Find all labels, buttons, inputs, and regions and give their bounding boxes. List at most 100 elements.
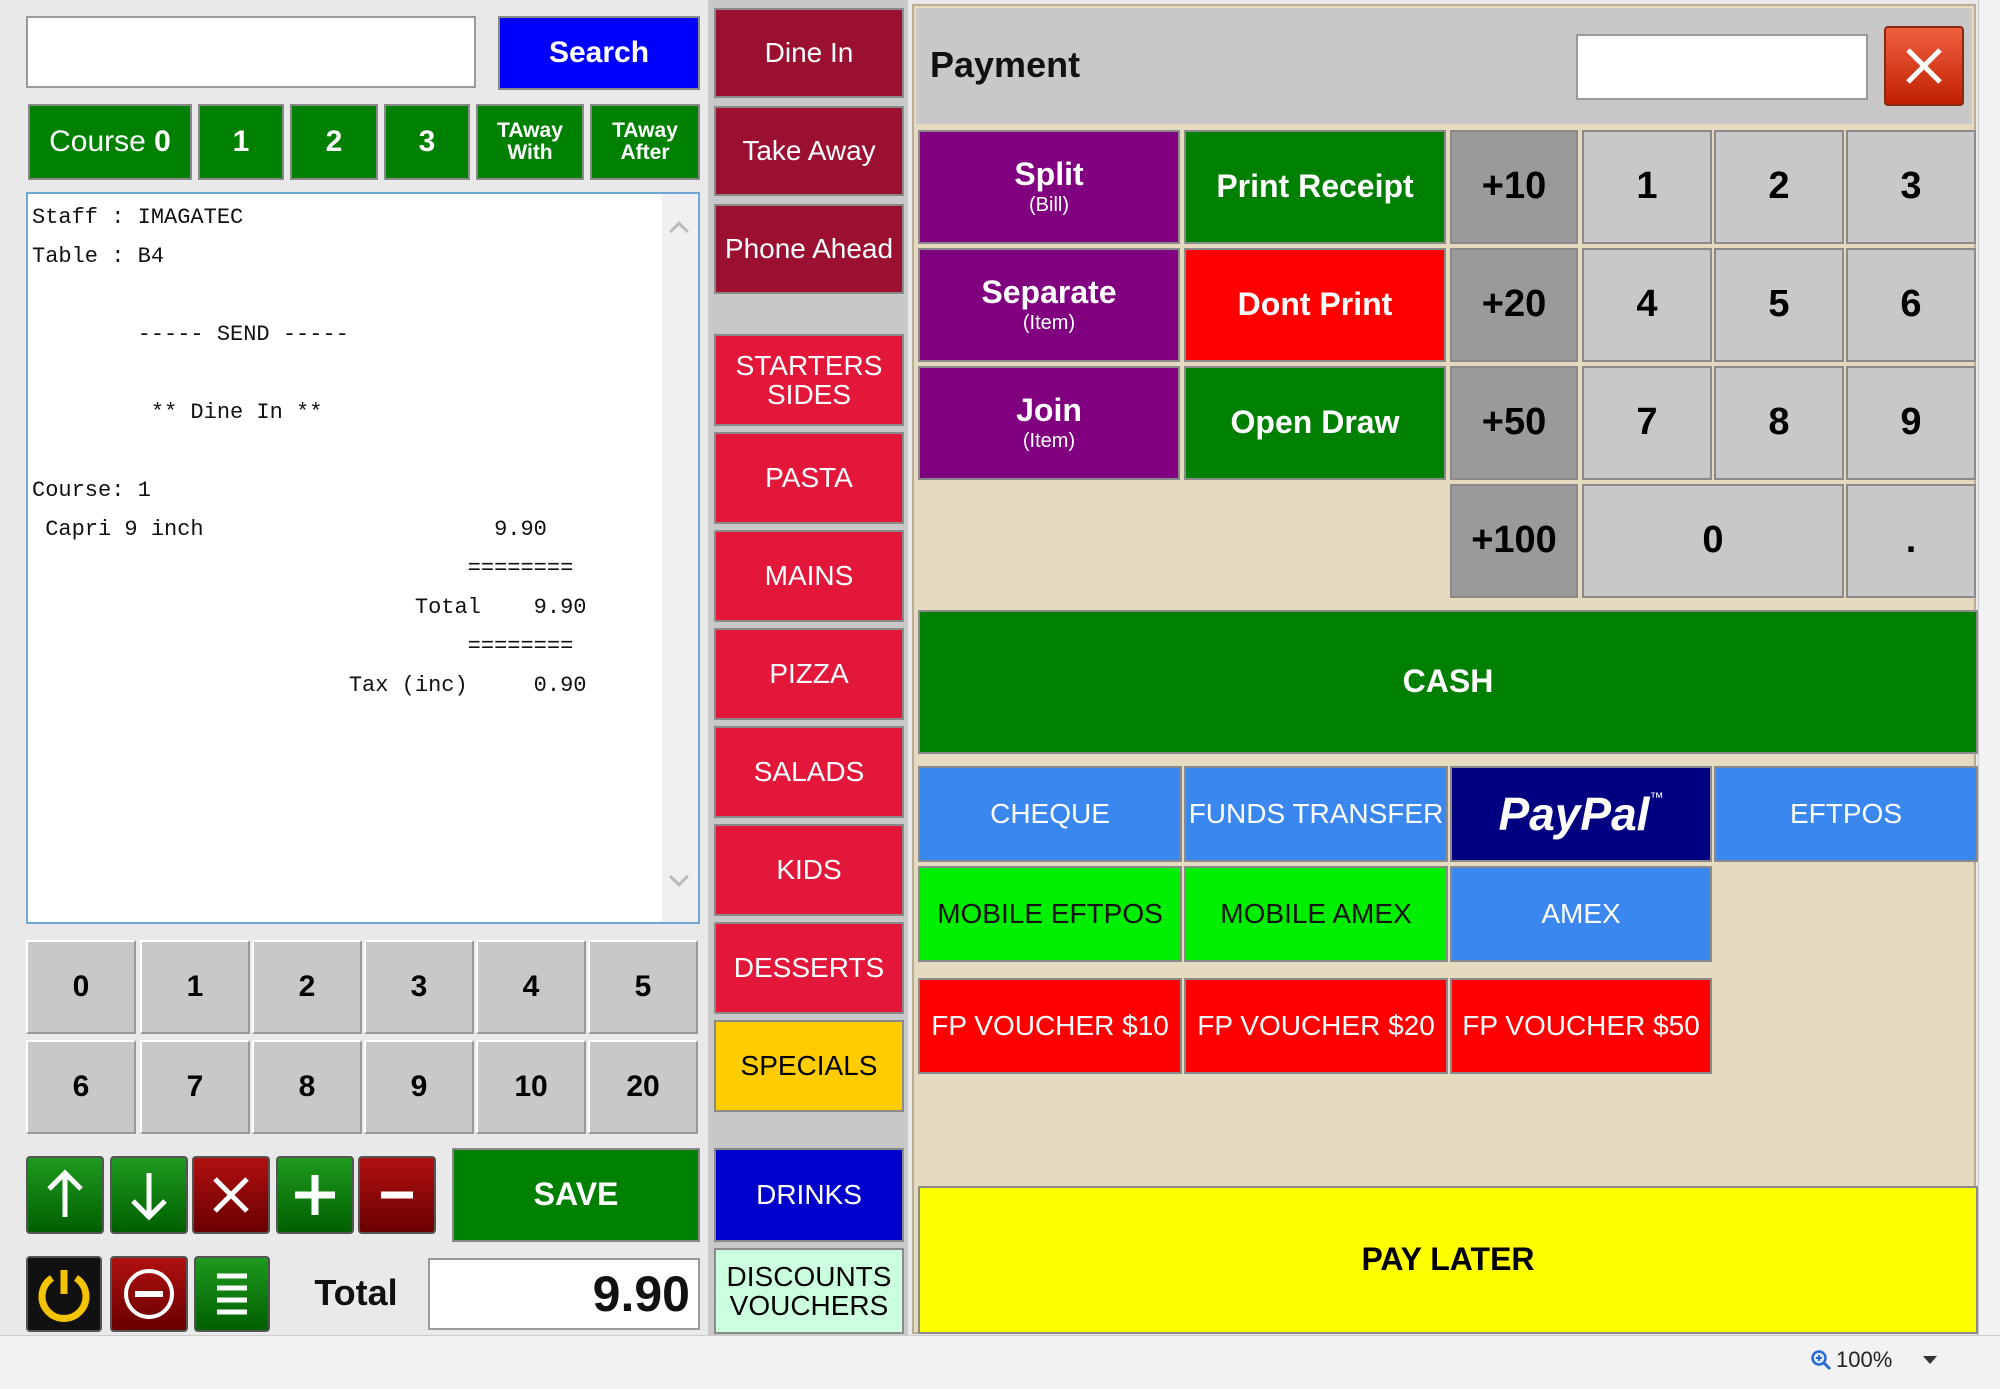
mobile-eftpos-button[interactable]: MOBILE EFTPOS	[918, 866, 1182, 962]
quantity-key-7[interactable]: 7	[140, 1040, 250, 1134]
payment-key-2[interactable]: 2	[1714, 130, 1844, 244]
quantity-key-20[interactable]: 20	[588, 1040, 698, 1134]
cheque-button[interactable]: CHEQUE	[918, 766, 1182, 862]
quantity-key-2[interactable]: 2	[252, 940, 362, 1034]
voucher-20-button[interactable]: FP VOUCHER $20	[1184, 978, 1448, 1074]
payment-amount-input[interactable]	[1576, 34, 1868, 100]
category-salads[interactable]: SALADS	[714, 726, 904, 818]
order-type-take-away[interactable]: Take Away	[714, 106, 904, 196]
course-1-button[interactable]: 1	[198, 104, 284, 180]
amex-button[interactable]: AMEX	[1450, 866, 1712, 962]
cash-button[interactable]: CASH	[918, 610, 1978, 754]
minus-icon	[381, 1191, 413, 1199]
voucher-10-button[interactable]: FP VOUCHER $10	[918, 978, 1182, 1074]
print-receipt-button[interactable]: Print Receipt	[1184, 130, 1446, 244]
close-icon	[1906, 48, 1942, 84]
dont-print-button[interactable]: Dont Print	[1184, 248, 1446, 362]
zoom-control[interactable]: 100%	[1810, 1338, 1970, 1382]
increment-plus-20-button[interactable]: +20	[1450, 248, 1578, 362]
payment-key-6[interactable]: 6	[1846, 248, 1976, 362]
paypal-trademark: ™	[1649, 789, 1664, 805]
receipt-line: Table : B4	[32, 244, 165, 269]
category-specials[interactable]: SPECIALS	[714, 1020, 904, 1112]
payment-key-8[interactable]: 8	[1714, 366, 1844, 480]
split-bill-button[interactable]: Split (Bill)	[918, 130, 1180, 244]
plus-icon	[295, 1175, 335, 1215]
decrease-qty-button[interactable]	[358, 1156, 436, 1234]
payment-key-7[interactable]: 7	[1582, 366, 1712, 480]
quantity-key-4[interactable]: 4	[476, 940, 586, 1034]
payment-key-9[interactable]: 9	[1846, 366, 1976, 480]
category-kids[interactable]: KIDS	[714, 824, 904, 916]
search-button[interactable]: Search	[498, 16, 700, 90]
quantity-key-5[interactable]: 5	[588, 940, 698, 1034]
course-2-button[interactable]: 2	[290, 104, 378, 180]
total-label: Total	[314, 1272, 398, 1313]
mobile-amex-button[interactable]: MOBILE AMEX	[1184, 866, 1448, 962]
category-pasta[interactable]: PASTA	[714, 432, 904, 524]
category-starters-sides[interactable]: STARTERS SIDES	[714, 334, 904, 426]
category-desserts[interactable]: DESSERTS	[714, 922, 904, 1014]
receipt-line: Course: 1	[32, 478, 151, 503]
chevron-down-icon[interactable]	[1922, 1355, 1938, 1365]
delete-item-button[interactable]	[192, 1156, 270, 1234]
payment-key-5[interactable]: 5	[1714, 248, 1844, 362]
open-drawer-button[interactable]: Open Draw	[1184, 366, 1446, 480]
receipt-scrollbar[interactable]	[662, 194, 698, 922]
payment-key-4[interactable]: 4	[1582, 248, 1712, 362]
search-input[interactable]	[26, 16, 476, 88]
payment-key-3[interactable]: 3	[1846, 130, 1976, 244]
void-button[interactable]	[110, 1256, 188, 1332]
course-0-button[interactable]: Course 0	[28, 104, 192, 180]
power-button[interactable]	[26, 1256, 102, 1332]
join-item-button[interactable]: Join (Item)	[918, 366, 1180, 480]
scroll-down-icon[interactable]	[669, 867, 689, 887]
receipt-line: ========	[32, 634, 574, 659]
move-down-button[interactable]	[110, 1156, 188, 1234]
order-type-phone-ahead[interactable]: Phone Ahead	[714, 204, 904, 294]
zoom-level: 100%	[1836, 1347, 1893, 1372]
increment-plus-100-button[interactable]: +100	[1450, 484, 1578, 598]
paypal-logo: PayPal	[1498, 787, 1650, 840]
funds-transfer-button[interactable]: FUNDS TRANSFER	[1184, 766, 1448, 862]
quantity-key-10[interactable]: 10	[476, 1040, 586, 1134]
payment-close-button[interactable]	[1884, 26, 1964, 106]
category-mains[interactable]: MAINS	[714, 530, 904, 622]
receipt-line: Staff : IMAGATEC	[32, 205, 244, 230]
save-button[interactable]: SAVE	[452, 1148, 700, 1242]
eftpos-button[interactable]: EFTPOS	[1714, 766, 1978, 862]
quantity-key-1[interactable]: 1	[140, 940, 250, 1034]
payment-key-0[interactable]: 0	[1582, 484, 1844, 598]
split-sub: (Bill)	[1029, 194, 1069, 217]
pay-later-button[interactable]: PAY LATER	[918, 1186, 1978, 1334]
increment-plus-10-button[interactable]: +10	[1450, 130, 1578, 244]
category-pizza[interactable]: PIZZA	[714, 628, 904, 720]
window-edge	[1978, 0, 2000, 1389]
course-number: 0	[154, 125, 171, 159]
drinks-button[interactable]: DRINKS	[714, 1148, 904, 1242]
quantity-key-0[interactable]: 0	[26, 940, 136, 1034]
quantity-key-6[interactable]: 6	[26, 1040, 136, 1134]
order-type-dine-in[interactable]: Dine In	[714, 8, 904, 98]
payment-key-decimal[interactable]: .	[1846, 484, 1976, 598]
course-3-button[interactable]: 3	[384, 104, 470, 180]
payment-key-1[interactable]: 1	[1582, 130, 1712, 244]
join-sub: (Item)	[1022, 430, 1076, 453]
scroll-up-icon[interactable]	[669, 221, 689, 241]
quantity-key-3[interactable]: 3	[364, 940, 474, 1034]
discounts-vouchers-button[interactable]: DISCOUNTS VOUCHERS	[714, 1248, 904, 1334]
receipt-panel[interactable]: Staff : IMAGATEC Table : B4 ----- SEND --…	[26, 192, 700, 924]
close-icon	[213, 1177, 249, 1213]
zoom-icon	[1811, 1350, 1832, 1371]
taway-after-button[interactable]: TAway After	[590, 104, 700, 180]
quantity-key-8[interactable]: 8	[252, 1040, 362, 1134]
taway-with-button[interactable]: TAway With	[476, 104, 584, 180]
paypal-button[interactable]: PayPal ™	[1450, 766, 1712, 862]
increase-qty-button[interactable]	[276, 1156, 354, 1234]
increment-plus-50-button[interactable]: +50	[1450, 366, 1578, 480]
quantity-key-9[interactable]: 9	[364, 1040, 474, 1134]
menu-list-button[interactable]	[194, 1256, 270, 1332]
separate-item-button[interactable]: Separate (Item)	[918, 248, 1180, 362]
voucher-50-button[interactable]: FP VOUCHER $50	[1450, 978, 1712, 1074]
move-up-button[interactable]	[26, 1156, 104, 1234]
